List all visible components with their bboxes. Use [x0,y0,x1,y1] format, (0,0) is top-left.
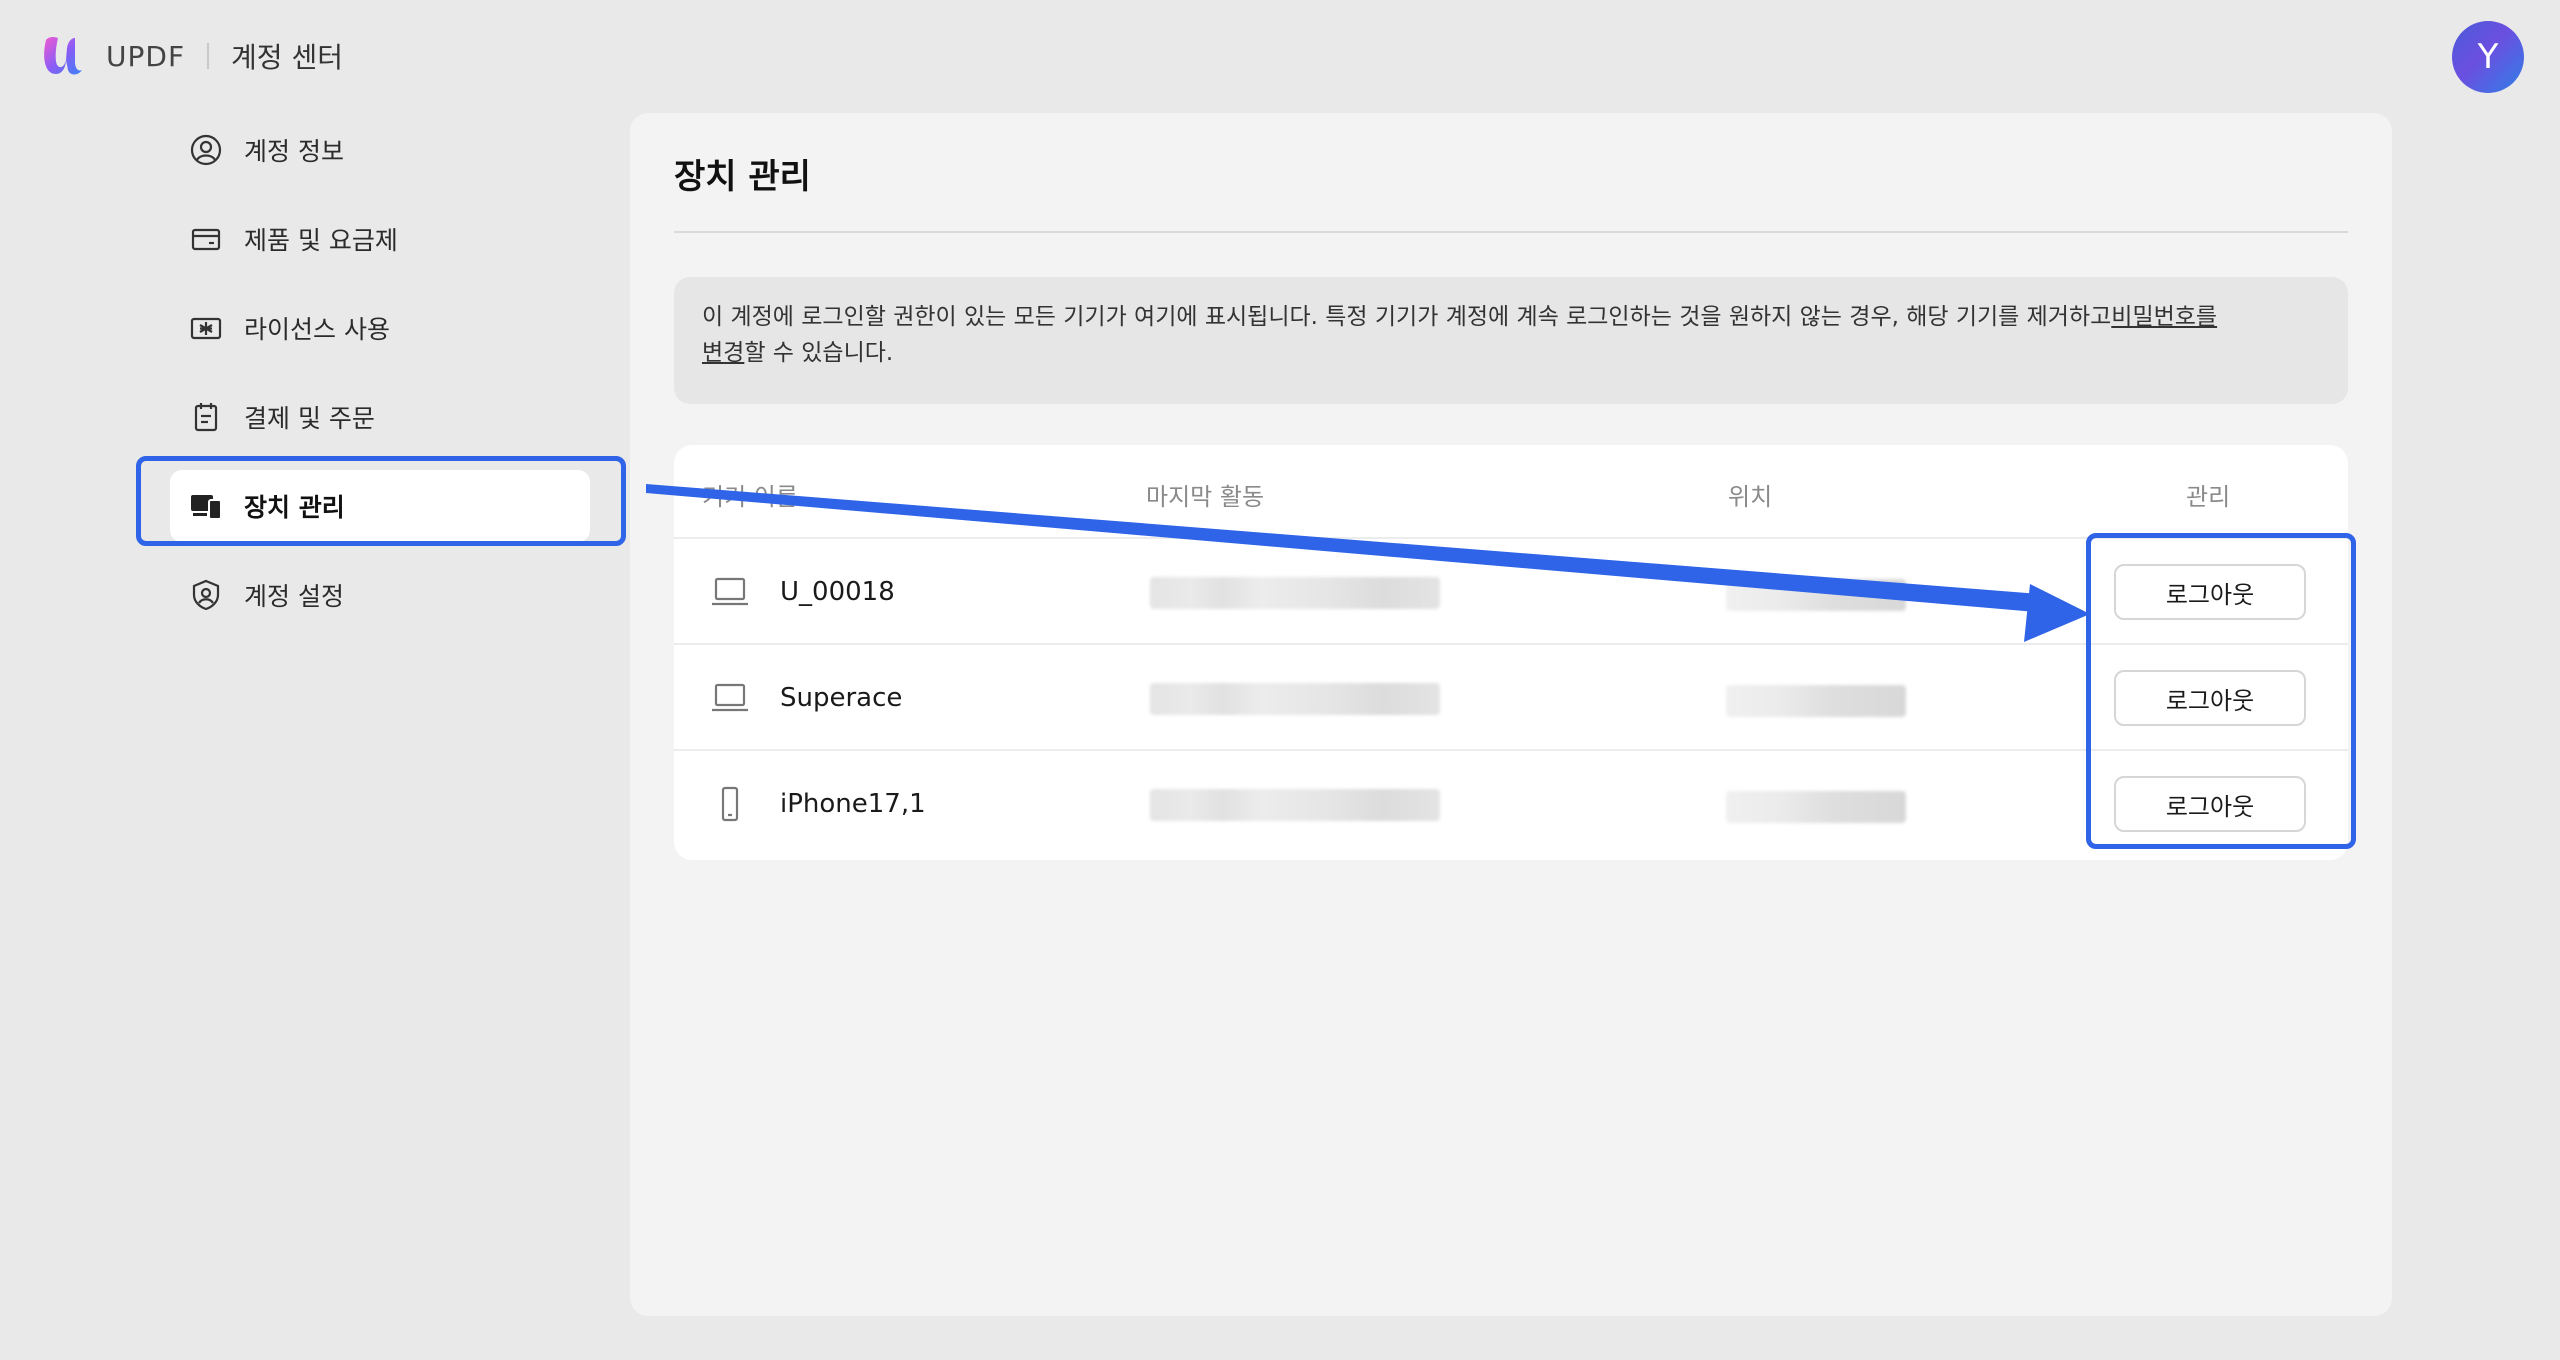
sidebar-item-device-management[interactable]: 장치 관리 [170,470,590,542]
sidebar-item-label: 제품 및 요금제 [244,226,398,255]
shield-user-icon [188,577,224,613]
sidebar-item-products-plans[interactable]: 제품 및 요금제 [170,203,590,275]
device-management-panel: 장치 관리 이 계정에 로그인할 권한이 있는 모든 기기가 여기에 표시됩니다… [630,113,2392,1316]
table-row: U_00018 로그아웃 [674,539,2348,645]
sidebar-item-label: 라이선스 사용 [244,315,390,344]
user-circle-icon [188,132,224,168]
device-name: U_00018 [780,577,895,607]
change-link[interactable]: 변경 [702,340,744,366]
table-row: Superace 로그아웃 [674,645,2348,751]
table-row: iPhone17,1 로그아웃 [674,751,2348,857]
sidebar-item-label: 결제 및 주문 [244,404,375,433]
brand-name: UPDF [106,39,186,73]
sidebar-item-label: 계정 정보 [244,137,344,166]
page-title: 장치 관리 [674,157,811,197]
updf-logo-icon [44,36,82,75]
notice-text: 이 계정에 로그인할 권한이 있는 모든 기기가 여기에 표시됩니다. 특정 기… [702,304,2112,330]
redacted-last-activity [1150,789,1440,821]
laptop-icon [712,577,748,606]
header-last-activity: 마지막 활동 [1146,483,1265,511]
brand-divider [207,43,210,69]
sidebar-item-account-settings[interactable]: 계정 설정 [170,559,590,631]
sidebar-item-label: 장치 관리 [244,493,345,522]
account-center-page: UPDF 계정 센터 Y 계정 정보 제품 및 요금제 라이선스 사용 결제 및… [0,0,2560,1360]
laptop-icon [712,683,748,712]
logout-button[interactable]: 로그아웃 [2114,670,2306,726]
change-password-link[interactable]: 비밀번호를 [2111,304,2217,330]
brand-section-title: 계정 센터 [231,41,343,74]
header-location: 위치 [1728,483,1773,511]
redacted-location [1726,685,1906,717]
notice-suffix: 할 수 있습니다. [744,340,894,366]
user-avatar[interactable]: Y [2452,21,2524,93]
redacted-location [1726,791,1906,823]
logout-button[interactable]: 로그아웃 [2114,564,2306,620]
redacted-location [1726,579,1906,611]
clipboard-icon [188,399,224,435]
license-icon [188,310,224,346]
device-notice: 이 계정에 로그인할 권한이 있는 모든 기기가 여기에 표시됩니다. 특정 기… [674,277,2348,404]
logout-button[interactable]: 로그아웃 [2114,776,2306,832]
sidebar-item-account-info[interactable]: 계정 정보 [170,114,590,186]
header-manage: 관리 [2186,483,2231,511]
sidebar-item-license-usage[interactable]: 라이선스 사용 [170,292,590,364]
header-device-name: 기기 이름 [702,483,798,511]
card-icon [188,221,224,257]
device-name: Superace [780,683,903,713]
table-header: 기기 이름 마지막 활동 위치 관리 [674,445,2348,539]
sidebar-item-label: 계정 설정 [244,582,344,611]
sidebar: 계정 정보 제품 및 요금제 라이선스 사용 결제 및 주문 장치 관리 계정 … [170,114,590,648]
redacted-last-activity [1150,577,1440,609]
devices-icon [188,488,224,524]
phone-icon [721,786,739,822]
sidebar-item-billing-orders[interactable]: 결제 및 주문 [170,381,590,453]
device-name: iPhone17,1 [780,789,926,819]
device-table: 기기 이름 마지막 활동 위치 관리 U_00018 로그아웃 Superace [674,445,2348,860]
brand[interactable]: UPDF 계정 센터 [38,30,343,82]
title-divider [674,231,2348,233]
redacted-last-activity [1150,683,1440,715]
